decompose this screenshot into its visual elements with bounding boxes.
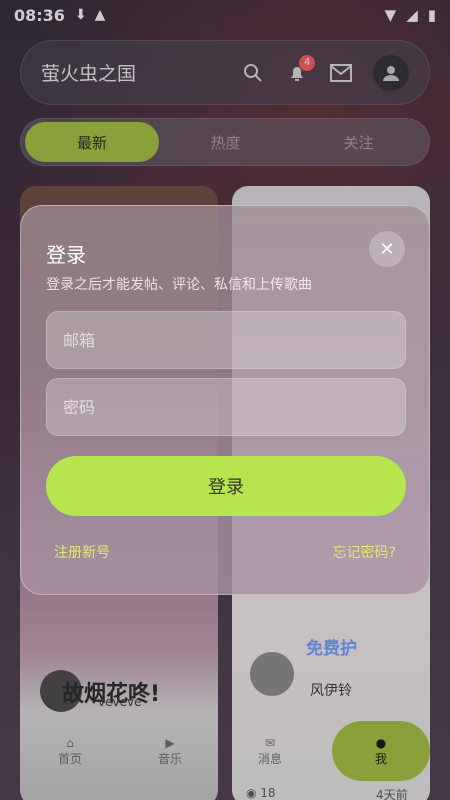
close-icon: ✕ — [379, 238, 395, 260]
login-dialog: 登录 登录之后才能发帖、评论、私信和上传歌曲 ✕ 登录 注册新号 忘记密码? — [20, 205, 430, 595]
forgot-password-link[interactable]: 忘记密码? — [333, 542, 396, 562]
register-link[interactable]: 注册新号 — [54, 542, 110, 562]
close-button[interactable]: ✕ — [369, 231, 405, 267]
dialog-title: 登录 — [46, 243, 86, 267]
email-field[interactable] — [46, 311, 406, 369]
login-button[interactable]: 登录 — [46, 456, 406, 516]
email-input[interactable] — [63, 330, 389, 350]
password-field[interactable] — [46, 378, 406, 436]
dialog-subtitle: 登录之后才能发帖、评论、私信和上传歌曲 — [46, 277, 312, 293]
password-input[interactable] — [63, 397, 389, 417]
